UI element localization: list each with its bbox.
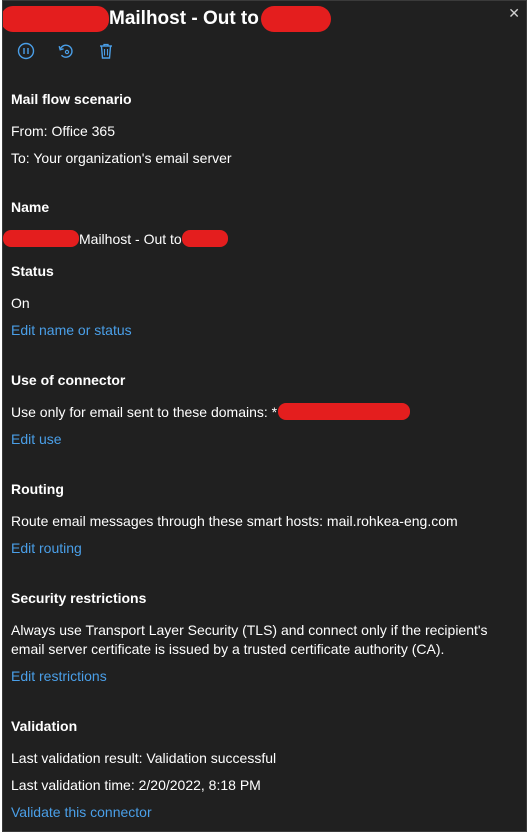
redaction-mark xyxy=(3,6,109,32)
use-of-connector-row: Use only for email sent to these domains… xyxy=(11,403,411,420)
trash-icon xyxy=(100,43,112,59)
edit-use-link[interactable]: Edit use xyxy=(11,431,62,447)
redaction-mark xyxy=(181,230,228,247)
panel-title: Mailhost - Out to xyxy=(3,6,331,32)
redaction-mark xyxy=(278,403,411,420)
name-heading: Name xyxy=(11,199,50,215)
panel-title-text: Mailhost - Out to xyxy=(109,8,259,29)
security-value: Always use Transport Layer Security (TLS… xyxy=(11,622,488,657)
mail-flow-to: To: Your organization's email server xyxy=(11,150,232,166)
refresh-button[interactable] xyxy=(54,39,78,63)
close-icon[interactable]: ✕ xyxy=(508,5,520,22)
refresh-icon xyxy=(58,44,73,58)
redaction-mark xyxy=(3,230,79,247)
mail-flow-heading: Mail flow scenario xyxy=(11,91,132,107)
edit-routing-link[interactable]: Edit routing xyxy=(11,540,82,556)
routing-heading: Routing xyxy=(11,481,64,497)
pause-circle-icon xyxy=(17,42,35,60)
mail-flow-from: From: Office 365 xyxy=(11,123,116,139)
use-of-connector-heading: Use of connector xyxy=(11,372,126,388)
security-heading: Security restrictions xyxy=(11,590,147,606)
name-value: Mailhost - Out to xyxy=(79,230,182,247)
delete-button[interactable] xyxy=(94,39,118,63)
validation-result: Last validation result: Validation succe… xyxy=(11,750,277,766)
validate-connector-link[interactable]: Validate this connector xyxy=(11,804,152,820)
connector-details-panel: ✕ Mailhost - Out to Mail flow scenario F… xyxy=(2,0,527,832)
toolbar xyxy=(14,39,118,63)
use-of-connector-value: Use only for email sent to these domains… xyxy=(11,403,278,420)
validation-time: Last validation time: 2/20/2022, 8:18 PM xyxy=(11,777,261,793)
status-heading: Status xyxy=(11,263,54,279)
redaction-mark xyxy=(260,6,331,32)
name-value-row: Mailhost - Out to xyxy=(3,230,228,247)
disable-connector-button[interactable] xyxy=(14,39,38,63)
validation-heading: Validation xyxy=(11,718,78,734)
routing-value: Route email messages through these smart… xyxy=(11,513,458,529)
edit-name-status-link[interactable]: Edit name or status xyxy=(11,322,132,338)
status-value: On xyxy=(11,295,30,311)
edit-restrictions-link[interactable]: Edit restrictions xyxy=(11,668,107,684)
